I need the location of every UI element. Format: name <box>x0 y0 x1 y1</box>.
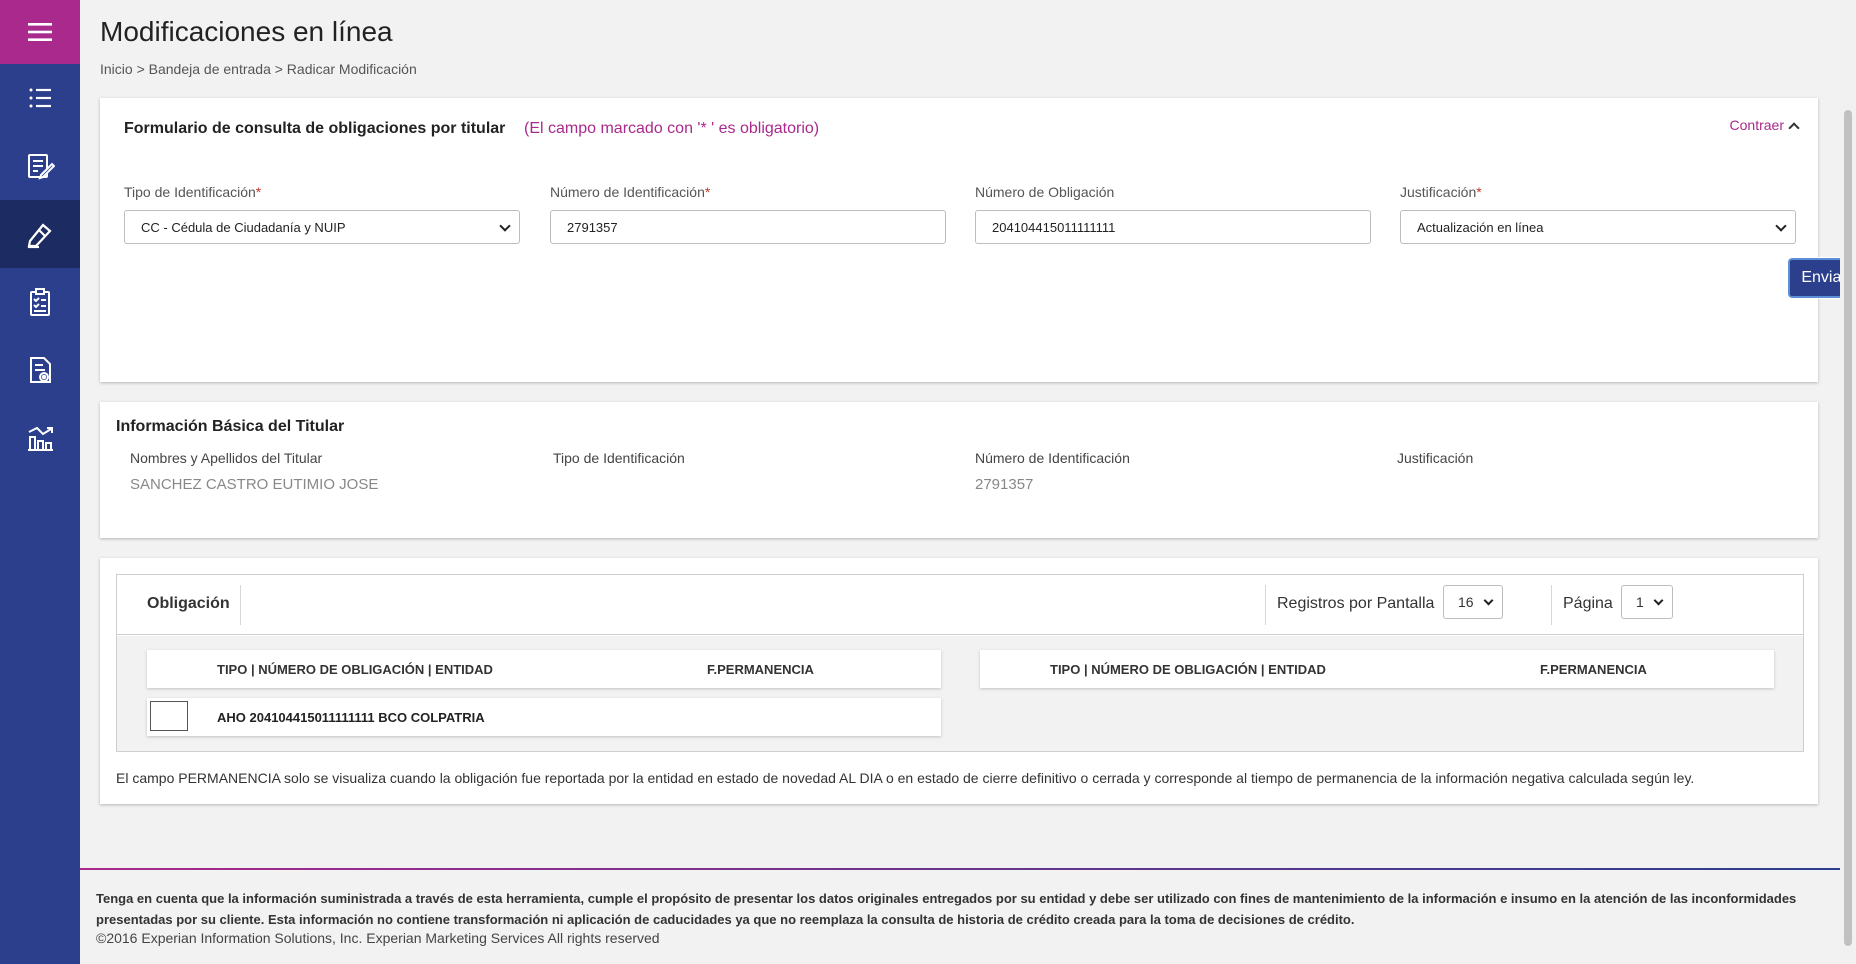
required-mark: * <box>704 184 711 200</box>
footer-copyright: ©2016 Experian Information Solutions, In… <box>96 930 660 946</box>
obligation-number-value: 204104415011111111 <box>992 219 1116 235</box>
sidebar-item-checklist[interactable] <box>0 268 80 336</box>
titular-info-card: Información Básica del Titular Nombres y… <box>100 402 1818 538</box>
vertical-scrollbar[interactable] <box>1840 0 1856 964</box>
sidebar-item-list[interactable] <box>0 64 80 132</box>
titular-id-number-header: Número de Identificación <box>975 450 1130 466</box>
table-row: AHO 204104415011111111 BCO COLPATRIA <box>147 698 941 736</box>
required-mark: * <box>1476 184 1482 200</box>
id-type-field: Tipo de Identificación* CC - Cédula de C… <box>124 184 520 244</box>
chevron-down-icon <box>1775 220 1787 232</box>
divider <box>1551 585 1552 625</box>
chevron-down-icon <box>1653 595 1664 606</box>
id-type-value: CC - Cédula de Ciudadanía y NUIP <box>141 219 346 235</box>
sidebar-item-tag-edit[interactable] <box>0 200 80 268</box>
row-obligation-text: AHO 204104415011111111 BCO COLPATRIA <box>217 710 485 725</box>
collapse-label: Contraer <box>1729 117 1784 133</box>
chevron-up-icon <box>1788 121 1800 134</box>
id-type-label: Tipo de Identificación <box>124 184 256 200</box>
column-header-permanencia: F.PERMANENCIA <box>1540 662 1647 677</box>
id-number-label: Número de Identificación <box>550 184 705 200</box>
obligations-table: Obligación Registros por Pantalla 16 Pág… <box>116 574 1804 752</box>
obligations-label: Obligación <box>147 595 230 612</box>
records-per-page-value: 16 <box>1458 594 1474 610</box>
obligations-body: TIPO | NÚMERO DE OBLIGACIÓN | ENTIDAD F.… <box>117 636 1803 751</box>
left-table-header: TIPO | NÚMERO DE OBLIGACIÓN | ENTIDAD F.… <box>147 650 941 688</box>
id-type-select[interactable]: CC - Cédula de Ciudadanía y NUIP <box>124 210 520 244</box>
titular-id-type-column: Tipo de Identificación <box>553 450 685 476</box>
titular-name-value: SANCHEZ CASTRO EUTIMIO JOSE <box>130 476 379 493</box>
chevron-down-icon <box>1483 595 1494 606</box>
divider <box>1265 585 1266 625</box>
titular-info-title: Información Básica del Titular <box>116 418 345 435</box>
sidebar-item-reports[interactable] <box>0 404 80 472</box>
page-select[interactable]: 1 <box>1621 585 1673 619</box>
page-value: 1 <box>1636 594 1644 610</box>
required-mark: * <box>255 184 262 200</box>
page-label: Página <box>1563 595 1613 612</box>
breadcrumb[interactable]: Inicio > Bandeja de entrada > Radicar Mo… <box>100 61 417 77</box>
tag-edit-icon <box>27 223 52 249</box>
hamburger-icon <box>28 23 52 41</box>
column-header-obligation: TIPO | NÚMERO DE OBLIGACIÓN | ENTIDAD <box>217 662 493 677</box>
records-per-page-label: Registros por Pantalla <box>1277 595 1435 612</box>
divider <box>240 585 241 625</box>
records-per-page-select[interactable]: 16 <box>1443 585 1503 619</box>
scrollbar-thumb[interactable] <box>1844 110 1852 946</box>
form-title: Formulario de consulta de obligaciones p… <box>124 120 506 137</box>
form-required-note: (El campo marcado con '* ' es obligatori… <box>524 120 820 137</box>
chevron-down-icon <box>499 220 511 232</box>
titular-justification-header: Justificación <box>1397 450 1474 466</box>
edit-document-icon <box>28 154 55 180</box>
permanencia-note: El campo PERMANENCIA solo se visualiza c… <box>116 770 1695 786</box>
justification-select[interactable]: Actualización en línea <box>1400 210 1796 244</box>
collapse-button[interactable]: Contraer <box>1729 117 1800 134</box>
obligations-card: Obligación Registros por Pantalla 16 Pág… <box>100 558 1818 804</box>
titular-name-column: Nombres y Apellidos del Titular SANCHEZ … <box>130 450 378 493</box>
column-header-permanencia: F.PERMANENCIA <box>707 662 814 677</box>
footer-disclaimer: Tenga en cuenta que la información sumin… <box>96 891 1797 927</box>
hamburger-menu-button[interactable] <box>0 0 80 64</box>
obligation-number-input[interactable]: 204104415011111111 <box>975 210 1371 244</box>
titular-name-header: Nombres y Apellidos del Titular <box>130 450 323 466</box>
sidebar-item-edit-document[interactable] <box>0 132 80 200</box>
document-settings-icon <box>30 357 51 383</box>
obligation-number-field: Número de Obligación 204104415011111111 <box>975 184 1371 244</box>
right-table-header: TIPO | NÚMERO DE OBLIGACIÓN | ENTIDAD F.… <box>980 650 1774 688</box>
sidebar-item-document-settings[interactable] <box>0 336 80 404</box>
justification-value: Actualización en línea <box>1417 219 1544 235</box>
checklist-icon <box>30 288 50 316</box>
justification-field: Justificación* Actualización en línea <box>1400 184 1796 244</box>
row-checkbox[interactable] <box>150 701 188 731</box>
obligations-toolbar: Obligación Registros por Pantalla 16 Pág… <box>117 575 1803 635</box>
list-icon <box>29 88 51 108</box>
main-content: Modificaciones en línea Inicio > Bandeja… <box>80 0 1856 964</box>
titular-id-number-value: 2791357 <box>975 476 1034 493</box>
footer-divider <box>80 868 1840 870</box>
justification-label: Justificación <box>1400 184 1477 200</box>
reports-icon <box>28 426 53 451</box>
query-form-card: Formulario de consulta de obligaciones p… <box>100 98 1856 382</box>
titular-id-number-column: Número de Identificación 2791357 <box>975 450 1130 493</box>
id-number-value: 2791357 <box>567 219 618 235</box>
sidebar <box>0 0 80 964</box>
titular-id-type-header: Tipo de Identificación <box>553 450 685 466</box>
id-number-field: Número de Identificación* 2791357 <box>550 184 946 244</box>
id-number-input[interactable]: 2791357 <box>550 210 946 244</box>
column-header-obligation: TIPO | NÚMERO DE OBLIGACIÓN | ENTIDAD <box>1050 662 1326 677</box>
obligation-number-label: Número de Obligación <box>975 184 1115 200</box>
page-title: Modificaciones en línea <box>100 16 393 47</box>
titular-justification-column: Justificación <box>1397 450 1473 476</box>
